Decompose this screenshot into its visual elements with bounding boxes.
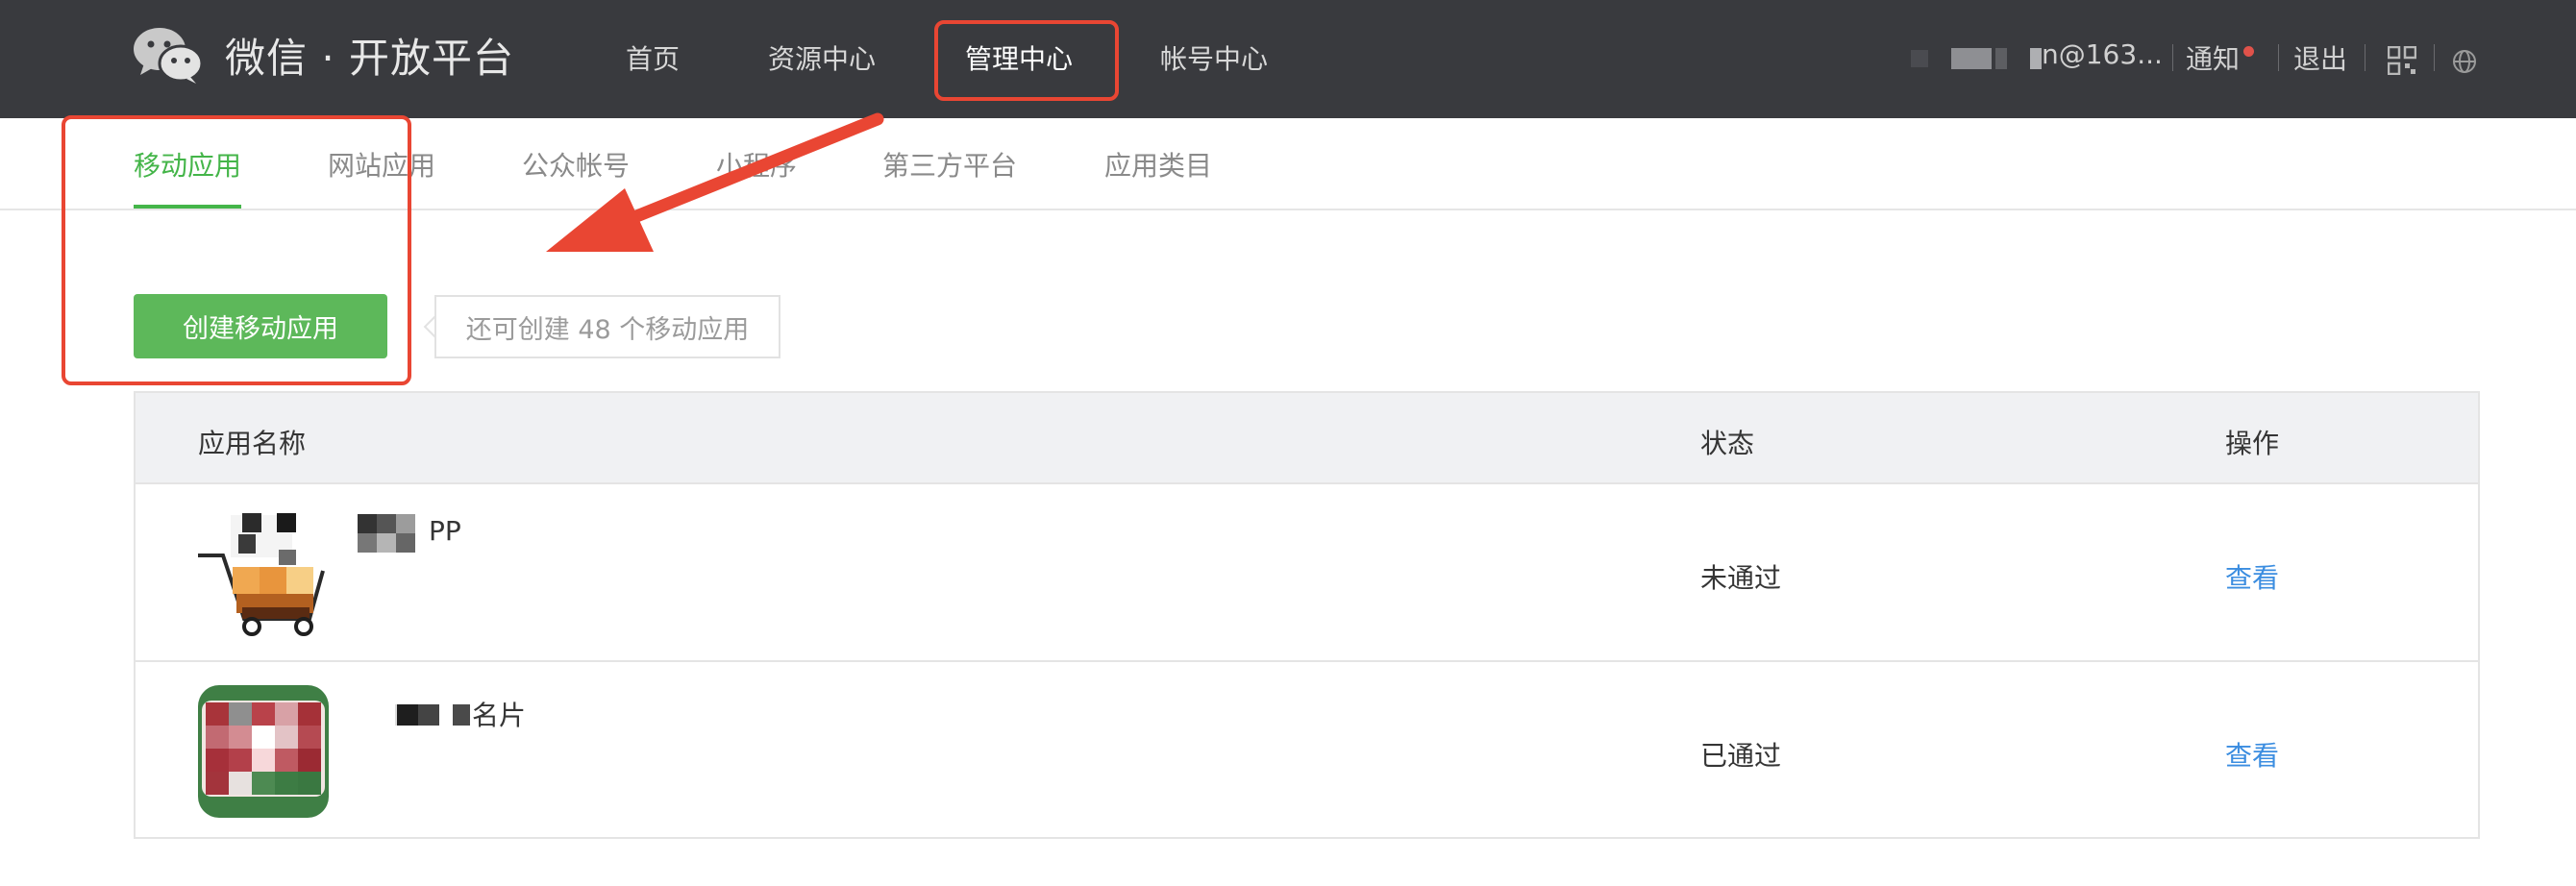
- table-header: 应用名称 状态 操作: [136, 393, 2478, 482]
- redacted-block: [396, 533, 415, 553]
- column-app-name: 应用名称: [198, 428, 307, 459]
- wechat-logo-icon: [134, 28, 204, 84]
- app-icon-card[interactable]: [198, 685, 329, 818]
- redacted-block: [453, 704, 470, 726]
- create-mobile-app-button[interactable]: 创建移动应用: [134, 294, 387, 358]
- redacted-block: [358, 533, 377, 553]
- redacted-block: [418, 704, 439, 726]
- logout-link[interactable]: 退出: [2293, 38, 2347, 77]
- quota-hint: 还可创建 48 个移动应用: [434, 295, 780, 358]
- nav-home[interactable]: 首页: [626, 38, 680, 77]
- platform-logo[interactable]: 微信 · 开放平台: [133, 25, 514, 85]
- table-row: PP 未通过 查看: [136, 482, 2478, 660]
- redacted-block: [358, 514, 377, 533]
- redacted-block: [377, 533, 396, 553]
- app-icon-cart[interactable]: [196, 511, 331, 636]
- redacted-block: [396, 514, 415, 533]
- notice-link[interactable]: 通知: [2186, 38, 2240, 77]
- app-name[interactable]: PP: [429, 515, 461, 547]
- app-status: 未通过: [1700, 562, 1782, 594]
- redacted-block: [377, 514, 396, 533]
- nav-resources[interactable]: 资源中心: [768, 38, 876, 77]
- divider: [2278, 44, 2279, 71]
- view-link[interactable]: 查看: [2225, 557, 2279, 596]
- redacted-block: [1951, 48, 1992, 69]
- column-status: 状态: [1700, 428, 1755, 459]
- redacted-block: [397, 704, 418, 726]
- tab-mini-programs[interactable]: 小程序: [716, 145, 797, 184]
- table-row: 名片 已通过 查看: [136, 660, 2478, 838]
- divider: [2434, 44, 2435, 71]
- account-email[interactable]: n@163...: [2042, 38, 2163, 70]
- tab-third-party[interactable]: 第三方平台: [882, 145, 1017, 184]
- logo-text: 微信 · 开放平台: [225, 34, 515, 82]
- view-link[interactable]: 查看: [2225, 735, 2279, 774]
- redacted-block: [1911, 50, 1928, 67]
- redacted-block: [1995, 48, 2007, 69]
- tab-official-accounts[interactable]: 公众帐号: [522, 145, 630, 184]
- top-navbar: 微信 · 开放平台 首页 资源中心 管理中心 帐号中心 n@163... 通知 …: [0, 0, 2576, 118]
- notice-dot-icon: [2243, 46, 2254, 57]
- globe-icon[interactable]: [2452, 49, 2477, 74]
- nav-account[interactable]: 帐号中心: [1160, 38, 1268, 77]
- redacted-block: [2030, 48, 2042, 69]
- app-table: 应用名称 状态 操作 PP 未通过 查看 名片 已通过 查看: [134, 391, 2480, 839]
- divider: [2172, 44, 2173, 71]
- app-status: 已通过: [1700, 740, 1782, 772]
- column-action: 操作: [2225, 428, 2280, 459]
- annotation-highlight-management: [934, 20, 1119, 101]
- app-name[interactable]: 名片: [472, 695, 526, 733]
- tab-app-categories[interactable]: 应用类目: [1104, 145, 1212, 184]
- qrcode-icon[interactable]: [2388, 46, 2416, 75]
